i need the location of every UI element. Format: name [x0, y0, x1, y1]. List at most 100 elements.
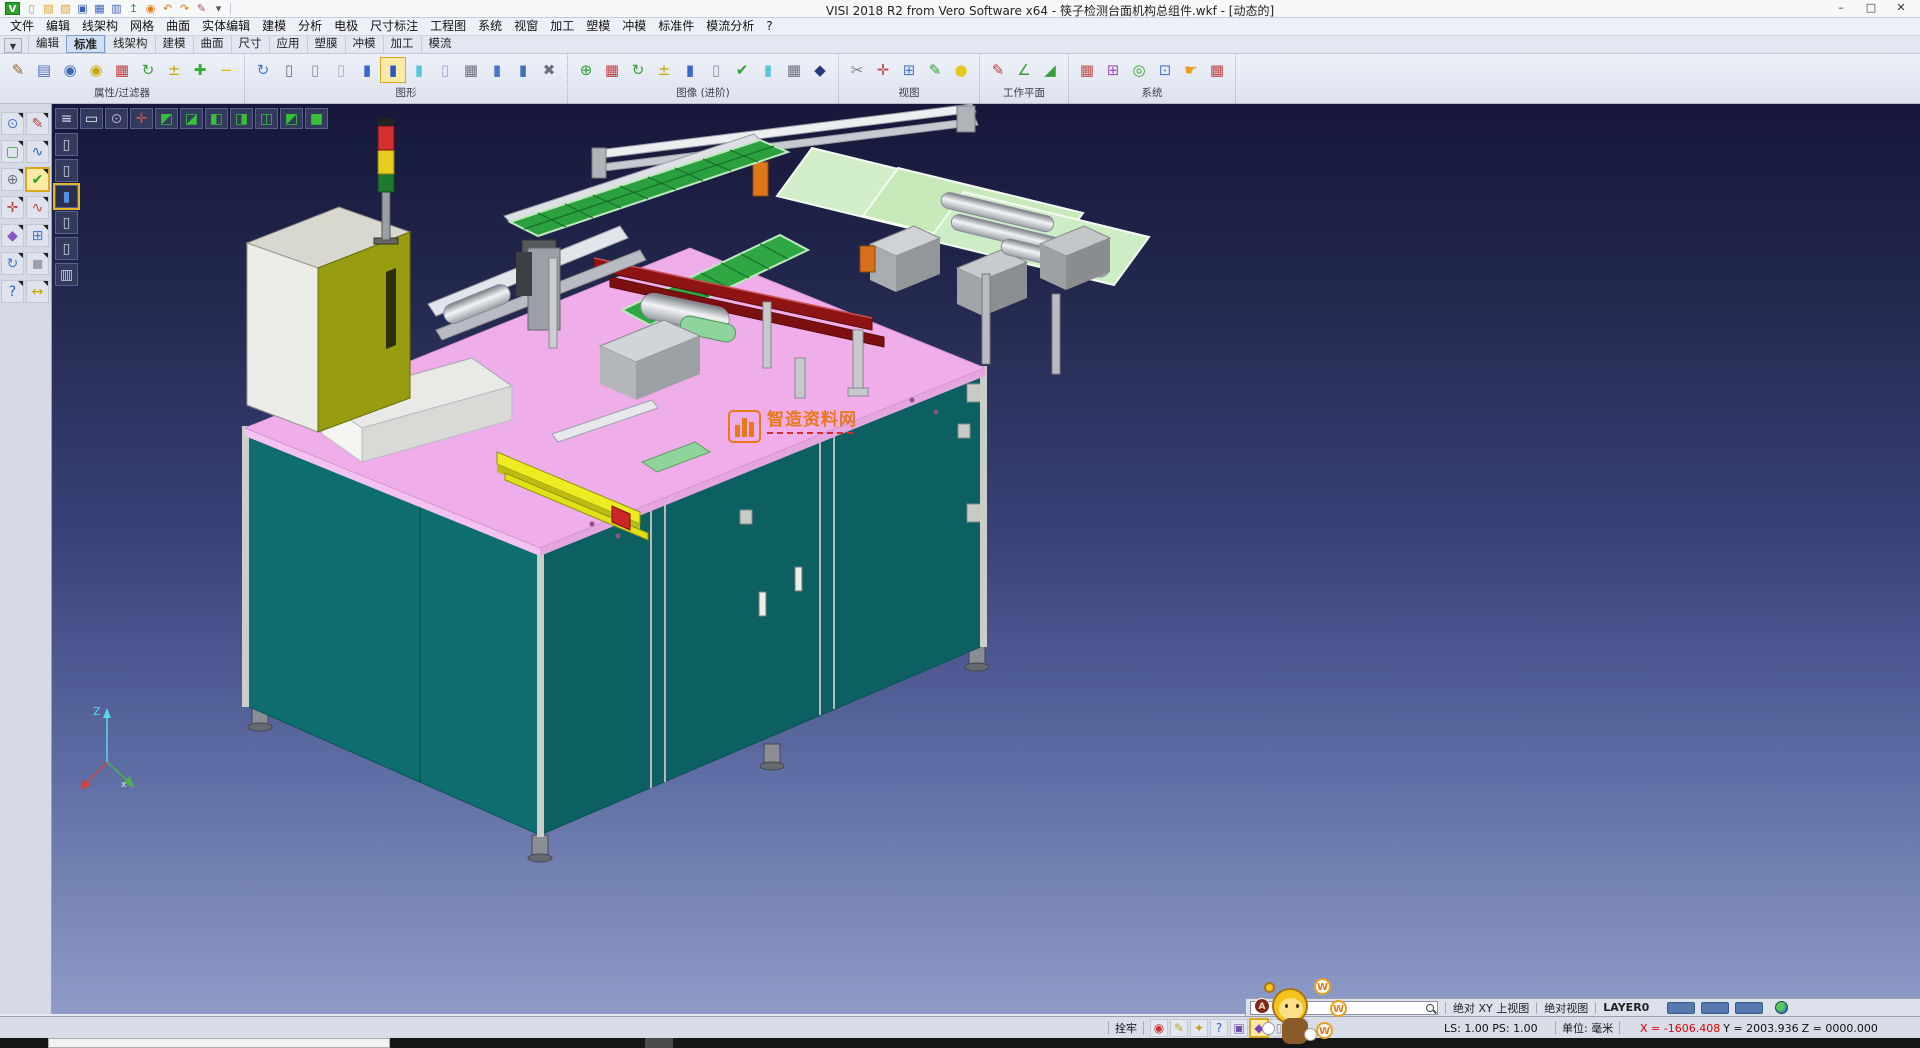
color-palette[interactable]: ▦ [1075, 58, 1099, 82]
advanced-filter[interactable]: ▦ [600, 58, 624, 82]
solid-outline[interactable]: ▯ [704, 58, 728, 82]
save-file[interactable]: ▣ [75, 2, 90, 16]
record-macro[interactable]: ◉ [1150, 1019, 1168, 1037]
advanced-show[interactable]: ⊕ [574, 58, 598, 82]
workplane-sketch[interactable]: ✎ [986, 58, 1010, 82]
viewport-menu[interactable]: ≡ [55, 108, 78, 129]
edit-note[interactable]: ✎ [1170, 1019, 1188, 1037]
layer-item[interactable]: ▯ [55, 237, 78, 260]
show-entities[interactable]: ◉ [58, 58, 82, 82]
maximize-button[interactable]: □ [1856, 0, 1886, 17]
tab-6[interactable]: 应用 [269, 35, 307, 53]
window-settings[interactable]: ⊡ [1153, 58, 1177, 82]
door-handle[interactable] [795, 567, 802, 591]
menu-14[interactable]: 塑模 [580, 18, 616, 35]
menu-12[interactable]: 视窗 [508, 18, 544, 35]
validate-display[interactable]: ✔ [730, 58, 754, 82]
view-mode-label[interactable]: 绝对 XY 上视图 [1453, 1000, 1529, 1016]
pick-settings[interactable]: ☛ [1179, 58, 1203, 82]
wcs-orient[interactable]: ✛ [1, 196, 24, 219]
active-layer-label[interactable]: LAYER0 [1603, 1001, 1649, 1014]
menu-16[interactable]: 标准件 [652, 18, 700, 35]
zoom-view[interactable]: ⊙ [105, 108, 128, 129]
menu-9[interactable]: 尺寸标注 [364, 18, 424, 35]
shaded-mode[interactable]: ▮ [355, 58, 379, 82]
view-right-cube[interactable]: ◧ [205, 108, 228, 129]
undo[interactable]: ↶ [160, 2, 175, 16]
view-shaded-cube[interactable]: ■ [305, 108, 328, 129]
import-file[interactable]: ↥ [126, 2, 141, 16]
layer-item[interactable]: ▯ [55, 159, 78, 182]
hidden-line-mode[interactable]: ▯ [303, 58, 327, 82]
workplane-axis[interactable]: ∠ [1012, 58, 1036, 82]
spline-edit[interactable]: ∿ [26, 196, 49, 219]
door-handle[interactable] [759, 592, 766, 616]
section-plane[interactable]: ✛ [871, 58, 895, 82]
layer-item-selected[interactable]: ▮ [55, 185, 78, 208]
tab-1[interactable]: 标准 [66, 35, 105, 53]
view-front-cube[interactable]: ◪ [180, 108, 203, 129]
status-help[interactable]: ? [1210, 1019, 1228, 1037]
menu-18[interactable]: ? [760, 18, 778, 35]
tab-4[interactable]: 曲面 [193, 35, 231, 53]
menu-6[interactable]: 建模 [256, 18, 292, 35]
tab-3[interactable]: 建模 [155, 35, 193, 53]
layer-item[interactable]: ▯ [55, 211, 78, 234]
shaded-cube[interactable]: ◼ [26, 252, 49, 275]
tab-2[interactable]: 线架构 [105, 35, 155, 53]
advanced-refresh[interactable]: ↻ [626, 58, 650, 82]
hide-entities[interactable]: ◉ [84, 58, 108, 82]
advanced-toggle[interactable]: ± [652, 58, 676, 82]
ghost-mode[interactable]: ▯ [433, 58, 457, 82]
preview-search[interactable]: ◉ [143, 2, 158, 16]
minimize-button[interactable]: – [1826, 0, 1856, 17]
shade-copy[interactable]: ▮ [511, 58, 535, 82]
tab-8[interactable]: 冲模 [345, 35, 383, 53]
save-as[interactable]: ▦ [92, 2, 107, 16]
menu-17[interactable]: 模流分析 [700, 18, 760, 35]
annotate-view[interactable]: ✎ [923, 58, 947, 82]
tab-5[interactable]: 尺寸 [231, 35, 269, 53]
tab-7[interactable]: 塑膜 [307, 35, 345, 53]
view-top-cube[interactable]: ◩ [155, 108, 178, 129]
regenerate[interactable]: ↻ [251, 58, 275, 82]
system-settings[interactable]: ◎ [1127, 58, 1151, 82]
filter-traffic-light[interactable]: ▦ [110, 58, 134, 82]
layer-delete[interactable]: ▥ [55, 263, 78, 286]
menu-3[interactable]: 网格 [124, 18, 160, 35]
menu-5[interactable]: 实体编辑 [196, 18, 256, 35]
toggle-visibility[interactable]: ± [162, 58, 186, 82]
select-box[interactable]: ▢ [1, 140, 24, 163]
grid-settings[interactable]: ▦ [1205, 58, 1229, 82]
layer-item[interactable]: ▯ [55, 133, 78, 156]
measure-distance[interactable]: ↔ [26, 280, 49, 303]
wireframe-mode[interactable]: ▯ [277, 58, 301, 82]
sketch-curve[interactable]: ∿ [26, 140, 49, 163]
menu-11[interactable]: 系统 [472, 18, 508, 35]
menu-8[interactable]: 电极 [328, 18, 364, 35]
menu-2[interactable]: 线架构 [76, 18, 124, 35]
select-window[interactable]: ▭ [80, 108, 103, 129]
refresh-visibility[interactable]: ↻ [136, 58, 160, 82]
globe-icon[interactable] [1775, 1001, 1788, 1014]
dynamic-section[interactable]: ✂ [845, 58, 869, 82]
mesh-preview[interactable]: ▦ [782, 58, 806, 82]
redo[interactable]: ↷ [177, 2, 192, 16]
hidden-dashed-mode[interactable]: ▯ [329, 58, 353, 82]
context-help[interactable]: ? [1, 280, 24, 303]
tab-10[interactable]: 模流 [421, 35, 459, 53]
key-lock[interactable]: ✦ [1190, 1019, 1208, 1037]
machine-3d-model[interactable] [52, 104, 1920, 1014]
open-file[interactable]: ▨ [41, 2, 56, 16]
close-button[interactable]: ✕ [1886, 0, 1916, 17]
lock-label[interactable]: 拴牢 [1115, 1020, 1137, 1036]
absolute-view-label[interactable]: 绝对视图 [1544, 1000, 1588, 1016]
menu-1[interactable]: 编辑 [40, 18, 76, 35]
mesh-mode[interactable]: ▦ [459, 58, 483, 82]
modify-attributes[interactable]: ✎ [6, 58, 30, 82]
shield-display[interactable]: ◆ [808, 58, 832, 82]
swatch-0[interactable] [1667, 1002, 1695, 1014]
grid-display[interactable]: ⊞ [26, 224, 49, 247]
menu-10[interactable]: 工程图 [424, 18, 472, 35]
swatch-2[interactable] [1735, 1002, 1763, 1014]
